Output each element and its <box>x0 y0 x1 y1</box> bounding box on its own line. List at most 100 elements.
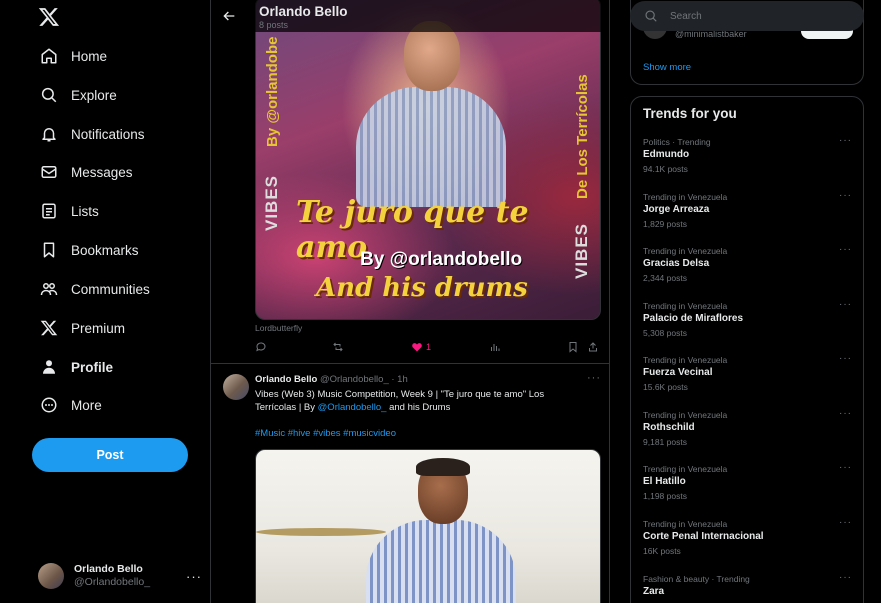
nav-profile[interactable]: Profile <box>40 355 113 379</box>
avatar[interactable] <box>223 374 249 400</box>
more-dots-icon[interactable]: ··· <box>839 408 852 419</box>
video-figure-hair <box>416 458 470 476</box>
trend-count: 15.6K posts <box>643 382 688 392</box>
person-icon <box>40 358 58 376</box>
trend-item[interactable]: Trending in Venezuela Rothschild 9,181 p… <box>631 408 863 462</box>
post-video[interactable] <box>255 449 601 603</box>
trends-title: Trends for you <box>643 106 737 121</box>
more-dots-icon[interactable]: ··· <box>839 299 852 310</box>
post-text: Vibes (Web 3) Music Competition, Week 9 … <box>255 388 575 414</box>
trend-context: Trending in Venezuela <box>643 301 728 311</box>
more-dots-icon[interactable]: ··· <box>839 572 852 583</box>
more-dots-icon[interactable]: ··· <box>839 462 852 473</box>
trend-context: Trending in Venezuela <box>643 192 728 202</box>
right-sidebar: @minimalistbaker Show more Trends for yo… <box>620 0 881 603</box>
post-author-handle[interactable]: @Orlandobello_ <box>320 374 389 385</box>
home-icon <box>40 47 58 65</box>
post-image[interactable]: By @orlandobe VIBES De Los Terrícolas VI… <box>255 0 601 320</box>
nav-profile-label: Profile <box>71 359 114 375</box>
image-side-right-text: De Los Terrícolas <box>574 74 591 199</box>
header-name: Orlando Bello <box>259 4 348 19</box>
nav-explore-label: Explore <box>71 87 117 103</box>
trends-panel: Trends for you Politics · Trending Edmun… <box>630 96 864 603</box>
more-dots-icon[interactable]: ··· <box>839 190 852 201</box>
like-button[interactable]: 1 <box>411 341 431 353</box>
account-name: Orlando Bello <box>74 563 143 575</box>
search-bar[interactable] <box>630 1 864 31</box>
timeline-column: Orlando Bello 8 posts By @orlandobe VIBE… <box>210 0 610 603</box>
post-more-icon[interactable]: ··· <box>587 372 601 384</box>
trend-count: 9,181 posts <box>643 437 687 447</box>
profile-header: Orlando Bello 8 posts <box>211 0 609 32</box>
more-dots-icon[interactable]: ··· <box>839 135 852 146</box>
nav-explore[interactable]: Explore <box>40 83 117 107</box>
trend-context: Trending in Venezuela <box>643 246 728 256</box>
more-circle-icon <box>40 396 58 414</box>
nav-more[interactable]: More <box>40 393 102 417</box>
nav-home[interactable]: Home <box>40 44 107 68</box>
trend-title: Gracias Delsa <box>643 258 710 269</box>
post-button[interactable]: Post <box>32 438 188 472</box>
trend-item[interactable]: Trending in Venezuela El Hatillo 1,198 p… <box>631 462 863 516</box>
trend-title: Edmundo <box>643 149 690 160</box>
nav-messages[interactable]: Messages <box>40 160 133 184</box>
trend-count: 2,344 posts <box>643 273 687 283</box>
trend-item[interactable]: Politics · Trending Edmundo 94.1K posts … <box>631 135 863 189</box>
search-input[interactable] <box>670 10 840 22</box>
account-switcher[interactable]: Orlando Bello @Orlandobello_ ··· <box>38 560 202 592</box>
image-side-left-text: By @orlandobe <box>264 36 281 147</box>
more-dots-icon: ··· <box>186 568 202 584</box>
post-mention-link[interactable]: @Orlandobello_ <box>318 402 387 413</box>
trend-item[interactable]: Trending in Venezuela Gracias Delsa 2,34… <box>631 244 863 298</box>
nav-premium[interactable]: Premium <box>40 316 125 340</box>
reply-button[interactable] <box>255 341 267 353</box>
back-arrow-icon[interactable] <box>221 8 237 24</box>
bookmark-button[interactable] <box>567 341 579 353</box>
nav-home-label: Home <box>71 48 108 64</box>
trend-item[interactable]: Trending in Venezuela Jorge Arreaza 1,82… <box>631 190 863 244</box>
bell-icon <box>40 125 58 143</box>
repost-button[interactable] <box>332 341 344 353</box>
more-dots-icon[interactable]: ··· <box>839 353 852 364</box>
bookmark-icon <box>569 342 577 353</box>
trend-title: Palacio de Miraflores <box>643 313 744 324</box>
nav-lists[interactable]: Lists <box>40 199 99 223</box>
x-logo-icon[interactable] <box>38 6 60 28</box>
post-text-end: and his Drums <box>386 402 451 413</box>
nav-lists-label: Lists <box>71 203 99 219</box>
people-icon <box>40 280 58 298</box>
trend-count: 1,198 posts <box>643 491 687 501</box>
share-button[interactable] <box>587 341 599 353</box>
image-vibes-left: VIBES <box>262 174 281 231</box>
image-by-line: By @orlandobello <box>360 249 523 270</box>
repost-icon <box>333 342 343 352</box>
x-app: Home Explore Notifications Messages List… <box>0 0 881 603</box>
post-author-name[interactable]: Orlando Bello <box>255 374 317 385</box>
trend-item[interactable]: Trending in Venezuela Palacio de Miraflo… <box>631 299 863 353</box>
trend-title: Fuerza Vecinal <box>643 367 713 378</box>
trend-context: Fashion & beauty · Trending <box>643 574 750 584</box>
show-more-link[interactable]: Show more <box>643 62 691 73</box>
nav-more-label: More <box>71 397 102 413</box>
trend-item[interactable]: Fashion & beauty · Trending Zara ··· <box>631 572 863 603</box>
more-dots-icon[interactable]: ··· <box>839 244 852 255</box>
trend-title: Jorge Arreaza <box>643 204 710 215</box>
views-button[interactable] <box>489 341 501 353</box>
trend-count: 16K posts <box>643 546 681 556</box>
nav-notifications-label: Notifications <box>71 126 145 142</box>
trend-count: 5,308 posts <box>643 328 687 338</box>
trend-context: Trending in Venezuela <box>643 464 728 474</box>
bookmark-icon <box>40 241 58 259</box>
nav-bookmarks[interactable]: Bookmarks <box>40 238 139 262</box>
image-caption: Lordbutterfly <box>255 323 303 333</box>
nav-notifications[interactable]: Notifications <box>40 122 145 146</box>
trend-title: El Hatillo <box>643 476 686 487</box>
x-logo-icon <box>40 319 58 337</box>
post-time[interactable]: · 1h <box>391 374 407 385</box>
post-hashtags[interactable]: #Music #hive #vibes #musicvideo <box>255 428 396 439</box>
more-dots-icon[interactable]: ··· <box>839 517 852 528</box>
video-cymbal <box>256 528 386 536</box>
trend-item[interactable]: Trending in Venezuela Fuerza Vecinal 15.… <box>631 353 863 407</box>
nav-communities[interactable]: Communities <box>40 277 150 301</box>
trend-item[interactable]: Trending in Venezuela Corte Penal Intern… <box>631 517 863 571</box>
